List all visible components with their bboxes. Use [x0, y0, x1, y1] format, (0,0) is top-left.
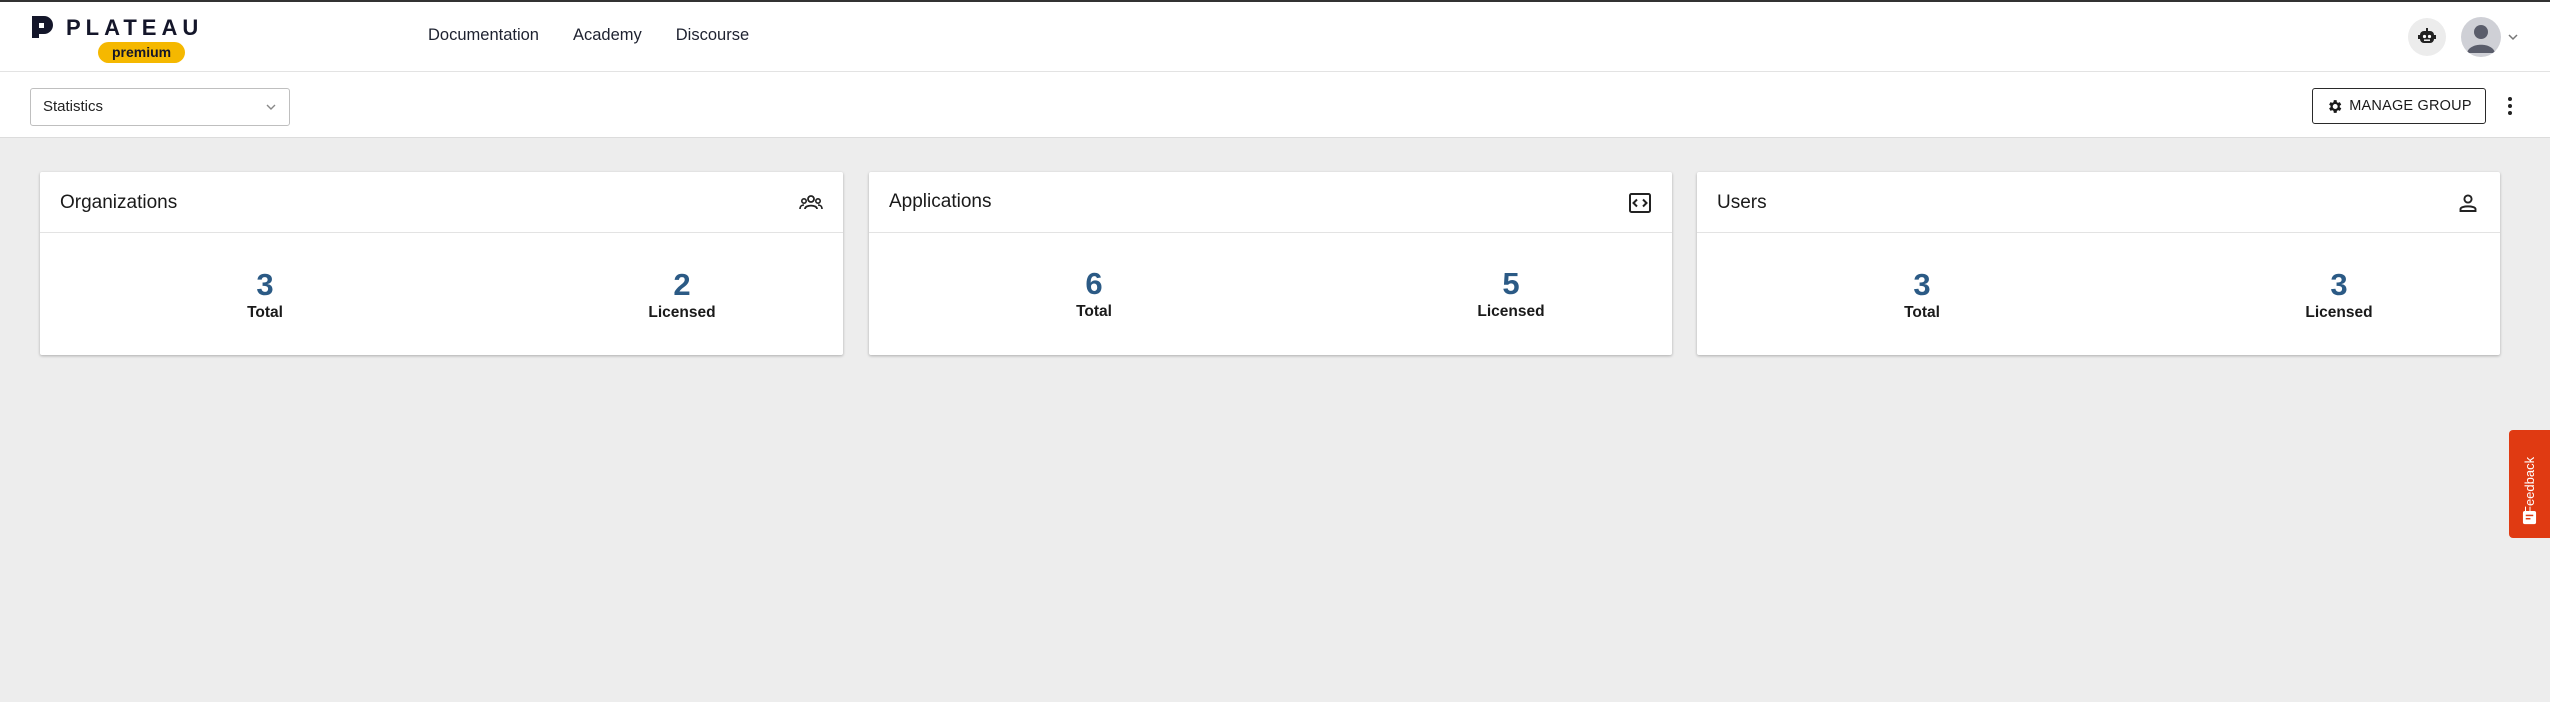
feedback-icon [2522, 510, 2537, 525]
main-nav: Documentation Academy Discourse [428, 26, 749, 45]
top-bar: PLATEAU premium Documentation Academy Di… [0, 0, 2550, 72]
card-title: Applications [889, 191, 992, 212]
user-avatar[interactable] [2461, 17, 2501, 57]
licensed-stat: 2 Licensed [582, 268, 782, 322]
premium-badge: premium [98, 42, 186, 63]
stat-value: 3 [256, 267, 274, 302]
feedback-tab[interactable]: Feedback [2509, 430, 2550, 538]
kebab-menu-icon[interactable] [2503, 94, 2517, 118]
card-header: Applications [869, 172, 1672, 233]
brand-logo[interactable]: PLATEAU premium [30, 12, 198, 64]
stat-value: 3 [2330, 267, 2348, 302]
user-avatar-icon [2467, 25, 2495, 53]
toolbar: Statistics MANAGE GROUP [0, 72, 2550, 138]
nav-documentation[interactable]: Documentation [428, 26, 539, 45]
stat-label: Licensed [2305, 304, 2373, 321]
total-stat: 3 Total [165, 268, 365, 322]
stat-label: Total [1076, 303, 1112, 320]
stat-label: Total [1904, 304, 1940, 321]
card-header: Users [1697, 172, 2500, 233]
total-stat: 3 Total [1822, 268, 2022, 322]
stat-value: 3 [1913, 267, 1931, 302]
view-select-value: Statistics [43, 98, 104, 115]
robot-icon [2418, 28, 2436, 43]
card-title: Organizations [60, 192, 178, 213]
brand-name: PLATEAU [66, 15, 204, 40]
manage-group-button[interactable]: MANAGE GROUP [2312, 88, 2486, 124]
stat-value: 5 [1502, 266, 1520, 301]
chevron-down-icon [266, 104, 276, 110]
view-select[interactable]: Statistics [30, 88, 290, 126]
stat-value: 2 [673, 267, 691, 302]
licensed-stat: 3 Licensed [2239, 268, 2439, 322]
assistant-button[interactable] [2408, 18, 2446, 56]
applications-card: Applications 6 Total 5 Licensed [869, 172, 1672, 355]
card-title: Users [1717, 192, 1767, 213]
licensed-stat: 5 Licensed [1411, 267, 1611, 321]
gear-icon [2329, 99, 2342, 113]
chevron-down-icon[interactable] [2507, 31, 2519, 43]
person-icon [2459, 194, 2477, 212]
stat-label: Licensed [1477, 303, 1545, 320]
plateau-logo-icon [32, 16, 53, 38]
nav-discourse[interactable]: Discourse [676, 26, 749, 45]
stat-value: 6 [1085, 266, 1103, 301]
nav-academy[interactable]: Academy [573, 26, 642, 45]
card-header: Organizations [40, 172, 843, 233]
manage-group-label: MANAGE GROUP [2349, 98, 2472, 114]
total-stat: 6 Total [994, 267, 1194, 321]
users-card: Users 3 Total 3 Licensed [1697, 172, 2500, 355]
stat-label: Licensed [648, 304, 716, 321]
stat-label: Total [247, 304, 283, 321]
group-icon [799, 195, 823, 210]
code-window-icon [1629, 193, 1651, 213]
organizations-card: Organizations 3 Total 2 Licensed [40, 172, 843, 355]
